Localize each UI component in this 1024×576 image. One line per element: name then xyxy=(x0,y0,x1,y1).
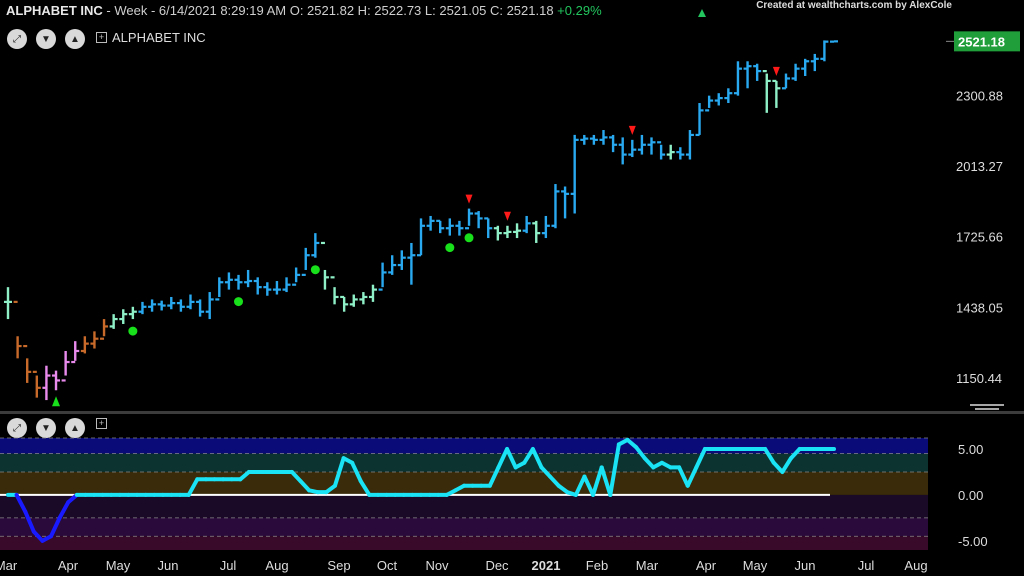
y-tick-label: 2013.27 xyxy=(956,159,1003,174)
osc-band-weak-down xyxy=(0,494,928,518)
x-tick-label: Mar xyxy=(636,558,659,573)
sell-signal-triangle xyxy=(503,211,511,221)
signal-dot xyxy=(128,326,138,336)
y-tick-label: 1150.44 xyxy=(956,371,1002,386)
sell-signal-triangle xyxy=(628,125,636,135)
x-tick-label: Jul xyxy=(220,558,237,573)
x-tick-label: Sep xyxy=(327,558,350,573)
signal-dot xyxy=(445,243,455,253)
osc-band-strong-down xyxy=(0,536,928,550)
osc-band-weak-up xyxy=(0,471,928,495)
signal-dot xyxy=(234,297,244,307)
x-tick-label: Apr xyxy=(696,558,717,573)
sell-signal-triangle xyxy=(772,66,780,76)
x-tick-label: Aug xyxy=(265,558,288,573)
last-price-label: 2521.18 xyxy=(958,34,1005,49)
osc-y-tick-label: 5.00 xyxy=(958,442,983,457)
x-tick-label: Oct xyxy=(377,558,398,573)
buy-signal-triangle xyxy=(52,396,61,407)
x-tick-label: Mar xyxy=(0,558,18,573)
osc-band-strong-up xyxy=(0,438,928,454)
signal-dot xyxy=(310,265,320,275)
x-tick-label: Apr xyxy=(58,558,79,573)
x-tick-label: Jun xyxy=(795,558,816,573)
price-chart: 2300.88 2013.27 1725.66 1438.05 1150.44 2521.… xyxy=(0,31,1020,573)
x-tick-label: Jul xyxy=(858,558,875,573)
osc-y-tick-label: 0.00 xyxy=(958,488,983,503)
x-tick-label: 2021 xyxy=(532,558,561,573)
signal-dot xyxy=(464,233,474,243)
osc-y-tick-label: -5.00 xyxy=(958,534,988,549)
x-tick-label: Aug xyxy=(904,558,927,573)
x-tick-label: May xyxy=(743,558,768,573)
x-tick-label: Feb xyxy=(586,558,608,573)
y-tick-label: 1725.66 xyxy=(956,230,1003,245)
x-tick-label: May xyxy=(106,558,131,573)
y-tick-label: 1438.05 xyxy=(956,300,1003,315)
x-tick-label: Jun xyxy=(158,558,179,573)
x-tick-label: Dec xyxy=(485,558,509,573)
y-tick-label: 2300.88 xyxy=(956,88,1003,103)
x-tick-label: Nov xyxy=(425,558,449,573)
sell-signal-triangle xyxy=(465,194,473,204)
osc-band-down xyxy=(0,517,928,537)
